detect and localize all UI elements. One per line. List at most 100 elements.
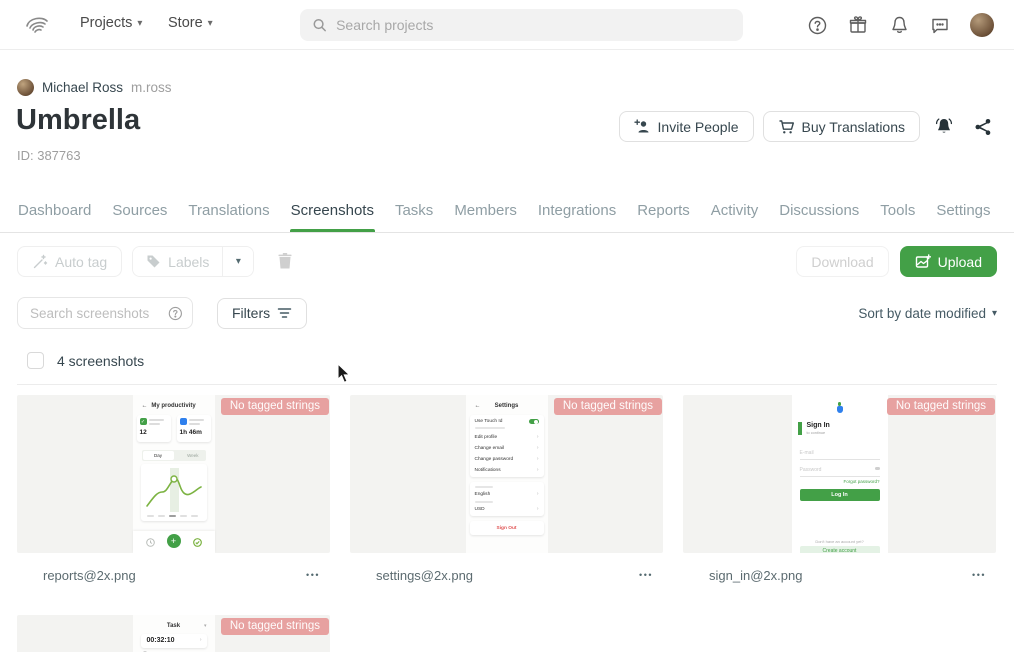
thumb-row-label: Change password <box>475 457 514 462</box>
status-badge: No tagged strings <box>221 398 329 415</box>
help-icon[interactable] <box>806 14 828 36</box>
nav-store-menu[interactable]: Store ▾ <box>168 15 213 31</box>
labels-label: Labels <box>168 254 209 270</box>
screenshot-thumbnail[interactable]: No tagged strings Sign In to continue E-… <box>683 395 996 553</box>
filter-icon <box>277 307 292 319</box>
tab-integrations[interactable]: Integrations <box>537 196 617 232</box>
status-badge: No tagged strings <box>554 398 662 415</box>
screenshot-filename[interactable]: settings@2x.png <box>376 568 473 583</box>
tab-members[interactable]: Members <box>453 196 518 232</box>
bell-ring-icon <box>934 117 954 136</box>
card-menu-button[interactable]: ••• <box>639 570 653 580</box>
status-badge: No tagged strings <box>221 618 329 635</box>
chevron-right-icon: › <box>537 445 539 451</box>
text-placeholder <box>180 515 187 517</box>
thumb-login-button: Log In <box>800 489 880 501</box>
invite-people-label: Invite People <box>658 119 739 135</box>
crowdin-logo-icon[interactable] <box>24 13 50 37</box>
thumb-row-label: Use Touch Id <box>475 419 503 424</box>
screenshot-card-reports: No tagged strings ← My productivity ✓ 12… <box>17 395 330 597</box>
tab-tools[interactable]: Tools <box>879 196 916 232</box>
text-placeholder <box>475 486 493 488</box>
share-button[interactable] <box>968 112 998 142</box>
chevron-right-icon: › <box>537 456 539 462</box>
gift-icon[interactable] <box>847 14 869 36</box>
person-add-icon <box>634 119 651 134</box>
search-projects-input[interactable] <box>336 17 731 33</box>
screenshot-count: 4 screenshots <box>57 353 144 369</box>
thumb-phone-mockup: ← Settings Use Touch Id Edit profile › C… <box>466 395 548 553</box>
thumb-settings-list: Use Touch Id Edit profile › Change email… <box>470 415 544 477</box>
thumb-settings-list: English › USD › <box>470 482 544 516</box>
labels-dropdown-toggle[interactable]: ▾ <box>222 247 253 276</box>
tab-screenshots[interactable]: Screenshots <box>290 196 375 232</box>
tab-dashboard[interactable]: Dashboard <box>17 196 92 232</box>
text-placeholder <box>147 515 154 517</box>
buy-translations-button[interactable]: Buy Translations <box>763 111 921 142</box>
image-add-icon <box>915 254 931 269</box>
download-button[interactable]: Download <box>796 246 888 277</box>
owner-name: Michael Ross <box>42 80 123 95</box>
cart-icon <box>778 119 795 135</box>
thumb-stat-value: 1h 46m <box>180 429 202 436</box>
filters-button[interactable]: Filters <box>217 298 307 329</box>
thumb-phone-mockup: Task ▾ 00:32:10 › <box>133 615 215 652</box>
search-screenshots-input[interactable] <box>30 306 162 321</box>
invite-people-button[interactable]: Invite People <box>619 111 754 142</box>
screenshot-filename[interactable]: sign_in@2x.png <box>709 568 802 583</box>
thumb-email-field: E-mail <box>800 450 880 460</box>
tab-tasks[interactable]: Tasks <box>394 196 434 232</box>
magic-wand-icon <box>32 254 48 270</box>
text-placeholder <box>475 501 493 503</box>
project-owner[interactable]: Michael Ross m.ross <box>17 79 172 96</box>
tab-reports[interactable]: Reports <box>636 196 691 232</box>
text-placeholder <box>149 419 164 421</box>
auto-tag-button[interactable]: Auto tag <box>17 246 122 277</box>
thumb-stat-value: 12 <box>140 429 147 436</box>
messages-icon[interactable] <box>929 14 951 36</box>
global-search[interactable] <box>300 9 743 41</box>
notifications-bell-icon[interactable] <box>888 14 910 36</box>
nav-store-label: Store <box>168 15 203 31</box>
card-menu-button[interactable]: ••• <box>306 570 320 580</box>
tab-discussions[interactable]: Discussions <box>778 196 860 232</box>
labels-button[interactable]: Labels <box>133 247 222 276</box>
chevron-right-icon: › <box>537 506 539 512</box>
tab-translations[interactable]: Translations <box>187 196 270 232</box>
status-badge: No tagged strings <box>887 398 995 415</box>
tab-sources[interactable]: Sources <box>111 196 168 232</box>
thumb-chart <box>141 464 207 521</box>
thumb-phone-mockup: ← My productivity ✓ 12 1h 46m Day Week <box>133 395 215 553</box>
screenshot-card-task: No tagged strings Task ▾ 00:32:10 › <box>17 615 330 652</box>
tab-activity[interactable]: Activity <box>710 196 760 232</box>
thumb-no-account: Don't have an account yet? <box>792 539 888 544</box>
upload-button[interactable]: Upload <box>900 246 997 277</box>
labels-split-button: Labels ▾ <box>132 246 254 277</box>
thumb-timer-card: 00:32:10 › <box>141 634 207 648</box>
chevron-down-icon: ▾ <box>992 308 997 319</box>
auto-tag-label: Auto tag <box>55 254 107 270</box>
upload-label: Upload <box>938 254 982 270</box>
screenshot-thumbnail[interactable]: No tagged strings ← Settings Use Touch I… <box>350 395 663 553</box>
plus-button-icon: + <box>167 534 181 548</box>
thumb-phone-mockup: Sign In to continue E-mail Password Forg… <box>792 395 888 553</box>
search-icon <box>312 17 327 33</box>
screenshot-filename[interactable]: reports@2x.png <box>43 568 136 583</box>
screenshot-thumbnail[interactable]: No tagged strings Task ▾ 00:32:10 › <box>17 615 330 652</box>
search-screenshots-field[interactable] <box>17 297 193 329</box>
select-all-checkbox[interactable] <box>27 352 44 369</box>
toggle-on-icon <box>529 419 539 424</box>
subscribe-bell-button[interactable] <box>929 112 959 142</box>
user-avatar[interactable] <box>970 13 994 37</box>
text-placeholder <box>158 515 165 517</box>
help-circle-icon[interactable] <box>168 305 183 322</box>
card-menu-button[interactable]: ••• <box>972 570 986 580</box>
text-placeholder <box>189 419 204 421</box>
delete-button[interactable] <box>277 252 297 272</box>
nav-projects-menu[interactable]: Projects ▾ <box>80 15 142 31</box>
screenshot-thumbnail[interactable]: No tagged strings ← My productivity ✓ 12… <box>17 395 330 553</box>
mouse-cursor <box>337 363 352 384</box>
sort-dropdown[interactable]: Sort by date modified ▾ <box>858 306 997 321</box>
thumb-title: Task <box>133 623 215 629</box>
tab-settings[interactable]: Settings <box>935 196 991 232</box>
